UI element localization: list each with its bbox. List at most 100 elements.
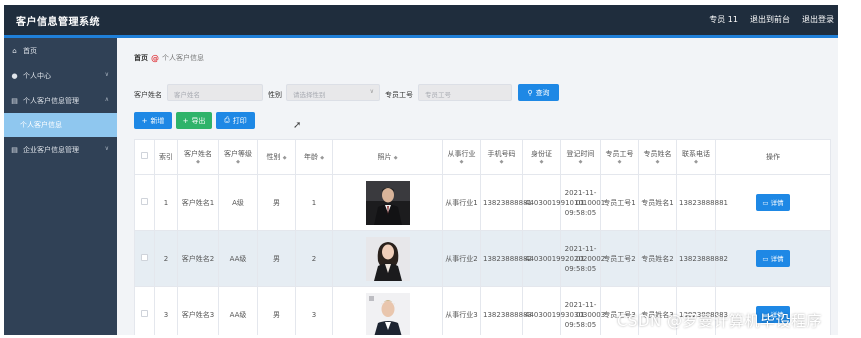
detail-button-label: 详情 [770,198,784,207]
sidebar-item-personal-clients[interactable]: ▤ 个人客户信息管理 ∧ [4,88,117,113]
cell-age: 2 [295,230,333,287]
column-header-client-level[interactable]: 客户等级 ◆ [218,139,258,175]
sort-icon[interactable]: ◆ [394,155,398,161]
current-user: 专员 11 [709,15,738,24]
breadcrumb-home[interactable]: 首页 [134,53,148,63]
staff-no-filter-input[interactable]: 专员工号 [418,84,512,101]
sort-icon[interactable]: ◆ [679,159,713,166]
export-button-label: 导出 [191,116,206,125]
detail-button[interactable]: ▭ 详情 [756,194,790,211]
plus-icon: + [141,116,148,125]
sort-icon[interactable]: ◆ [180,159,216,166]
cell-photo [332,286,443,335]
back-to-frontend-link[interactable]: 退出到前台 [750,14,790,25]
document-icon: ▤ [11,145,18,154]
row-checkbox[interactable] [141,253,148,261]
select-all-checkbox[interactable] [141,152,148,159]
column-header-staff-name[interactable]: 专员姓名 ◆ [638,139,677,175]
add-button[interactable]: + 新增 [134,112,172,129]
cell-age: 3 [295,286,333,335]
csdn-watermark: CSDN @罗曼计算机毕设程序 [616,312,822,330]
sort-icon[interactable]: ◆ [525,159,558,166]
cell-client-level: AA级 [218,230,258,287]
column-header-actions: 操作 [715,139,831,175]
cell-client-name: 客户姓名2 [177,230,219,287]
top-header: 客户信息管理系统 专员 11 退出到前台 退出登录 [4,5,838,35]
column-header-staff-no[interactable]: 专员工号 ◆ [600,139,639,175]
portrait-man-blond [365,292,410,335]
column-header-industry[interactable]: 从事行业 ◆ [442,139,481,175]
sort-icon[interactable]: ◆ [641,159,674,166]
sort-icon[interactable]: ◆ [483,159,520,166]
cell-index: 2 [154,230,178,287]
user-icon: ● [11,71,18,80]
cell-client-name: 客户姓名1 [177,174,219,231]
cell-id-card: 440300199202020002 [522,230,605,287]
client-photo[interactable] [365,292,410,335]
sidebar-item-home[interactable]: ⌂ 首页 [4,38,117,63]
print-button[interactable]: ⎙ 打印 [216,112,255,129]
portrait-woman-blazer [365,236,410,281]
sidebar-item-label: 个人客户信息管理 [23,96,79,105]
column-header-photo[interactable]: 照片 ◆ [332,139,443,175]
document-icon: ▤ [11,96,18,105]
logout-link[interactable]: 退出登录 [802,14,834,25]
cell-staff-name: 专员姓名1 [638,174,677,231]
column-header-phone[interactable]: 手机号码 ◆ [480,139,523,175]
cell-client-level: AA级 [218,286,258,335]
app-window: 客户信息管理系统 专员 11 退出到前台 退出登录 ⌂ 首页 ● 个人中心 ∨ … [4,5,838,335]
sort-icon[interactable]: ◆ [283,155,287,161]
cell-phone: 13823888881 [480,174,532,231]
sidebar-item-label: 个人客户信息 [20,121,62,129]
column-header-client-name[interactable]: 客户姓名 ◆ [177,139,219,175]
select-all-cell [134,139,155,175]
table-row[interactable]: 2 客户姓名2 AA级 男 2 从事行业2 13823888882 440300… [134,230,831,287]
chevron-down-icon: ∨ [369,88,374,95]
row-checkbox[interactable] [141,309,148,317]
column-header-reg-time[interactable]: 登记时间 ◆ [560,139,601,175]
client-photo[interactable] [365,180,410,225]
column-header-index: 索引 [154,139,178,175]
cell-id-card: 440300199303030003 [522,286,605,335]
cell-staff-no: 专员工号1 [600,174,639,231]
breadcrumb-current: 个人客户信息 [162,54,204,62]
cell-industry: 从事行业3 [442,286,481,335]
gender-select[interactable]: 请选择性别 ∨ [286,84,380,101]
cell-phone: 13823888882 [480,230,532,287]
sort-icon[interactable]: ◆ [603,159,636,166]
table-row[interactable]: 1 客户姓名1 A级 男 1 从事行业1 13823888881 4403001… [134,174,831,231]
query-button[interactable]: ⚲ 查询 [518,84,559,101]
portrait-man-suit [365,180,410,225]
sort-icon[interactable]: ◆ [320,155,324,161]
cell-actions: ▭ 详情 [715,230,831,287]
table-header-row: 索引 客户姓名 ◆ 客户等级 ◆ 性别 ◆ 年龄 ◆ 照片 ◆ 从事行业 ◆ 手机号码… [134,139,831,175]
query-button-label: 查询 [535,88,550,97]
cell-index: 3 [154,286,178,335]
column-header-age[interactable]: 年龄 ◆ [295,139,333,175]
column-header-id-card[interactable]: 身份证 ◆ [522,139,561,175]
row-checkbox[interactable] [141,197,148,205]
chevron-up-icon: ∧ [104,96,109,103]
cell-gender: 男 [257,174,296,231]
cell-client-level: A级 [218,174,258,231]
search-icon: ⚲ [527,88,533,97]
client-photo[interactable] [365,236,410,281]
cell-staff-no: 专员工号2 [600,230,639,287]
mouse-cursor-icon: ➚ [293,120,302,131]
edit-icon: ▭ [762,198,769,207]
sort-icon[interactable]: ◆ [221,159,255,166]
sidebar-subitem-personal-client-info[interactable]: 个人客户信息 [4,113,117,137]
edit-icon: ▭ [762,254,769,263]
export-button[interactable]: + 导出 [176,112,212,129]
sort-icon[interactable]: ◆ [563,159,598,166]
detail-button-label: 详情 [770,254,784,263]
sort-icon[interactable]: ◆ [445,159,478,166]
cell-industry: 从事行业1 [442,174,481,231]
column-header-contact[interactable]: 联系电话 ◆ [676,139,716,175]
sidebar-item-enterprise-clients[interactable]: ▤ 企业客户信息管理 ∨ [4,137,117,162]
detail-button[interactable]: ▭ 详情 [756,250,790,267]
cell-client-name: 客户姓名3 [177,286,219,335]
column-header-gender[interactable]: 性别 ◆ [257,139,296,175]
name-filter-input[interactable]: 客户姓名 [167,84,263,101]
sidebar-item-profile[interactable]: ● 个人中心 ∨ [4,63,117,88]
